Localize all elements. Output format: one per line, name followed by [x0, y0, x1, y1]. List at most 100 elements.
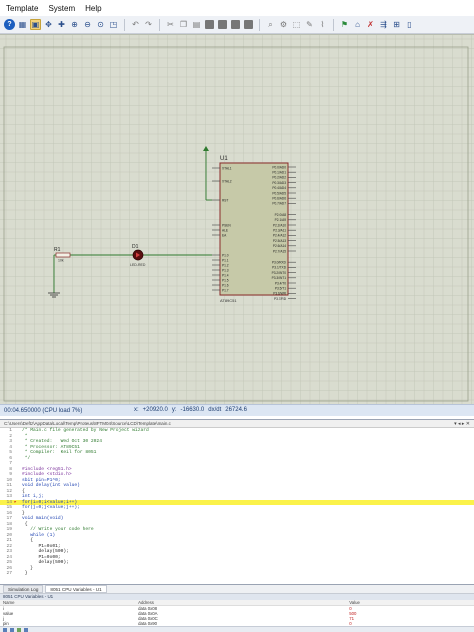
source-editor[interactable]: C:\Users\Deftz\AppData\Local\Temp\Proteu… [0, 419, 474, 585]
u1-pin-label: RST [222, 198, 228, 202]
variables-table: Name Address Value i data 0x08 0 value data 0x… [0, 600, 474, 626]
cursor-coordinates: x: +20920.0 y: -16630.0 dx/dt 26724.6 [134, 407, 247, 413]
code-text: void delay(int value) [22, 483, 80, 488]
menu-template[interactable]: Template [6, 4, 38, 13]
u1-pin-label: P3.6/WR [273, 292, 286, 296]
code-text: for(j=0;j<value;j++); [22, 505, 80, 510]
u1-pin-label: P1.1 [222, 258, 229, 262]
pdf-export-icon[interactable]: ▯ [404, 19, 415, 30]
menu-help[interactable]: Help [85, 4, 101, 13]
move-icon[interactable]: ✥ [43, 19, 54, 30]
u1-pin-label: P3.4/T0 [275, 281, 286, 285]
menu-system[interactable]: System [48, 4, 75, 13]
code-text: // Write your code here [22, 527, 94, 532]
package-icon[interactable]: ⬚ [291, 19, 302, 30]
u1-pin-label: P3.2/INT0 [272, 271, 287, 275]
tab-cpu-variables[interactable]: 8051 CPU Variables - U1 [45, 585, 107, 593]
design-explorer-icon[interactable]: ⚑ [339, 19, 350, 30]
u1-pin-label: P0.2/AD2 [272, 176, 286, 180]
u1-pin-label: P2.7/A15 [273, 249, 286, 253]
toolbar-separator [124, 18, 125, 31]
block-move-icon[interactable] [218, 20, 227, 29]
d1-part-name: LED-RED [130, 263, 146, 267]
copy-icon[interactable]: ❐ [178, 19, 189, 30]
pan-icon[interactable]: ✚ [56, 19, 67, 30]
taskbar-app-icon[interactable] [24, 627, 28, 632]
x-label: x: [134, 407, 139, 413]
component-mode-icon[interactable]: ▣ [30, 19, 41, 30]
paste-icon[interactable]: ▤ [191, 19, 202, 30]
u1-pin-label: P2.3/A11 [273, 229, 286, 233]
zoom-all-icon[interactable]: ⊙ [95, 19, 106, 30]
code-text: */ [22, 455, 31, 461]
u1-pin-label: P3.7/RD [274, 297, 287, 301]
library-icon[interactable]: ▦ [17, 19, 28, 30]
r1-value: 10k [58, 259, 64, 263]
u1-pin-label: PSEN [222, 223, 231, 227]
undo-icon[interactable]: ↶ [130, 19, 141, 30]
u1-part-name: AT89C51 [220, 298, 237, 303]
code-text: { [22, 521, 28, 527]
editor-window-controls[interactable]: ▾ ◂ ▸ ✕ [454, 420, 470, 427]
code-line[interactable]: 27 } [0, 571, 474, 577]
taskbar-app-icon[interactable] [17, 627, 21, 632]
code-text: P1=0x01; [22, 543, 61, 549]
code-text: void main(void) [22, 516, 64, 521]
u1-pin-label: P3.0/RXD [272, 261, 287, 265]
electrical-rules-icon[interactable]: ✗ [365, 19, 376, 30]
pick-device-icon[interactable]: ⌕ [265, 19, 276, 30]
code-text: } [22, 571, 28, 576]
block-copy-icon[interactable] [205, 20, 214, 29]
bottom-tabs: Simulation Log 8051 CPU Variables - U1 [0, 585, 474, 594]
u1-pin-label: P1.6 [222, 283, 229, 287]
dxdt-label: dx/dt [208, 407, 222, 413]
code-area[interactable]: 1/* Main.c file generated by New Project… [0, 428, 474, 577]
r1-reference: R1 [54, 247, 61, 253]
u1-pin-label: P3.5/T1 [275, 287, 286, 291]
block-rotate-icon[interactable] [231, 20, 240, 29]
code-text: { [22, 488, 25, 494]
tab-simulation-log[interactable]: Simulation Log [3, 585, 44, 593]
y-value: -16630.0 [180, 407, 205, 413]
u1-pin-label: P2.5/A13 [273, 239, 286, 243]
redo-icon[interactable]: ↷ [143, 19, 154, 30]
schematic-canvas[interactable]: U1 AT89C51 XTAL1 XTAL2 RST PSEN ALE EA P1.0 P1.1 P… [0, 34, 474, 404]
decompose-icon[interactable]: ✎ [304, 19, 315, 30]
u1-pin-label: P3.3/INT1 [272, 276, 287, 280]
code-text: * Compiler: Keil for 8051 [22, 450, 97, 455]
u1-pin-label: ALE [222, 228, 228, 232]
make-device-icon[interactable]: ⚙ [278, 19, 289, 30]
property-tool-icon[interactable]: ⌂ [352, 19, 363, 30]
code-text: { [22, 538, 34, 543]
u1-pin-label: P2.1/A9 [275, 218, 287, 222]
u1-pin-label: P0.0/AD0 [272, 165, 286, 169]
netlist-icon[interactable]: ⇶ [378, 19, 389, 30]
status-bar: 00:04.650000 (CPU load 7%) x: +20920.0 y… [0, 404, 474, 416]
u1-pin-label: P0.4/AD4 [272, 186, 286, 190]
u1-pin-label: P1.3 [222, 268, 229, 272]
u1-pin-label: P1.4 [222, 273, 229, 277]
x-value: +20920.0 [142, 407, 168, 413]
u1-reference: U1 [220, 156, 228, 162]
d1-reference: D1 [132, 244, 139, 250]
cut-icon[interactable]: ✂ [165, 19, 176, 30]
toolbar: ? ▦ ▣ ✥ ✚ ⊕ ⊖ ⊙ ◳ ↶ ↷ ✂ ❐ ▤ ⌕ ⚙ ⬚ ✎ ⌇ ⚑ ⌂ ✗ ⇶ ⊞ ▯ [0, 16, 474, 34]
power-terminal-icon [203, 146, 209, 151]
block-delete-icon[interactable] [244, 20, 253, 29]
code-text: } [22, 565, 34, 571]
bill-of-materials-icon[interactable]: ⊞ [391, 19, 402, 30]
wire-autoroute-icon[interactable]: ⌇ [317, 19, 328, 30]
u1-pin-label: P0.1/AD1 [272, 171, 286, 175]
zoom-area-icon[interactable]: ◳ [108, 19, 119, 30]
code-text: P1=0x00; [22, 554, 61, 560]
taskbar-app-icon[interactable] [10, 627, 14, 632]
zoom-in-icon[interactable]: ⊕ [69, 19, 80, 30]
code-text: while (1) [22, 532, 56, 538]
zoom-out-icon[interactable]: ⊖ [82, 19, 93, 30]
windows-start-icon[interactable] [3, 627, 7, 632]
code-text: * [22, 433, 28, 439]
code-text: * Created: Wed Oct 30 2024 [22, 439, 102, 444]
help-icon[interactable]: ? [4, 19, 15, 30]
u1-pin-label: P3.1/TXD [272, 266, 287, 270]
toolbar-separator [333, 18, 334, 31]
